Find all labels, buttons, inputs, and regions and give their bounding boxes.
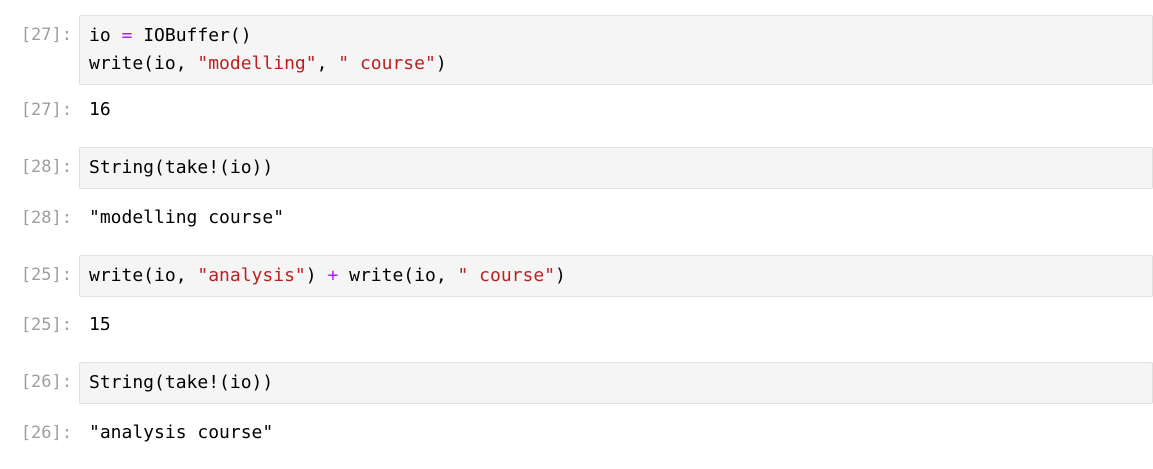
- code-token: write(io,: [338, 265, 458, 286]
- code-cell-input[interactable]: String(take!(io)): [79, 362, 1153, 404]
- code-token: IOBuffer(): [132, 25, 252, 46]
- code-line: write(io, "analysis") + write(io, " cour…: [89, 262, 1152, 290]
- string-token: "analysis": [197, 265, 306, 286]
- string-token: " course": [338, 53, 436, 74]
- output-prompt: [26]:: [20, 423, 72, 443]
- code-line: String(take!(io)): [89, 154, 1152, 182]
- code-token: io: [89, 25, 122, 46]
- code-token: String(take!(io)): [89, 157, 274, 178]
- string-token: "modelling": [197, 53, 317, 74]
- cell-output: 16: [89, 99, 111, 120]
- operator-token: +: [327, 265, 339, 286]
- input-prompt: [27]:: [20, 25, 72, 45]
- input-prompt: [26]:: [20, 372, 72, 392]
- code-token: ): [555, 265, 566, 286]
- cell-output: "modelling course": [89, 207, 285, 228]
- code-token: ,: [316, 53, 339, 74]
- code-token: ): [305, 265, 328, 286]
- output-prompt: [25]:: [20, 315, 72, 335]
- string-token: " course": [457, 265, 556, 286]
- code-token: write(io,: [89, 265, 198, 286]
- cell-output: 15: [89, 314, 111, 335]
- code-token: ): [435, 53, 447, 74]
- code-token: String(take!(io)): [89, 372, 274, 393]
- output-prompt: [28]:: [20, 208, 72, 228]
- code-cell-input[interactable]: write(io, "analysis") + write(io, " cour…: [79, 255, 1153, 297]
- code-line: io = IOBuffer(): [89, 22, 1152, 50]
- output-prompt: [27]:: [20, 100, 72, 120]
- input-prompt: [25]:: [20, 265, 72, 285]
- code-token: write(io,: [89, 53, 198, 74]
- code-cell-input[interactable]: io = IOBuffer() write(io, "modelling", " …: [79, 15, 1153, 85]
- code-line: write(io, "modelling", " course"): [89, 50, 1152, 78]
- cell-output: "analysis course": [89, 422, 274, 443]
- input-prompt: [28]:: [20, 157, 72, 177]
- code-line: String(take!(io)): [89, 369, 1152, 397]
- code-cell-input[interactable]: String(take!(io)): [79, 147, 1153, 189]
- operator-token: =: [121, 25, 133, 46]
